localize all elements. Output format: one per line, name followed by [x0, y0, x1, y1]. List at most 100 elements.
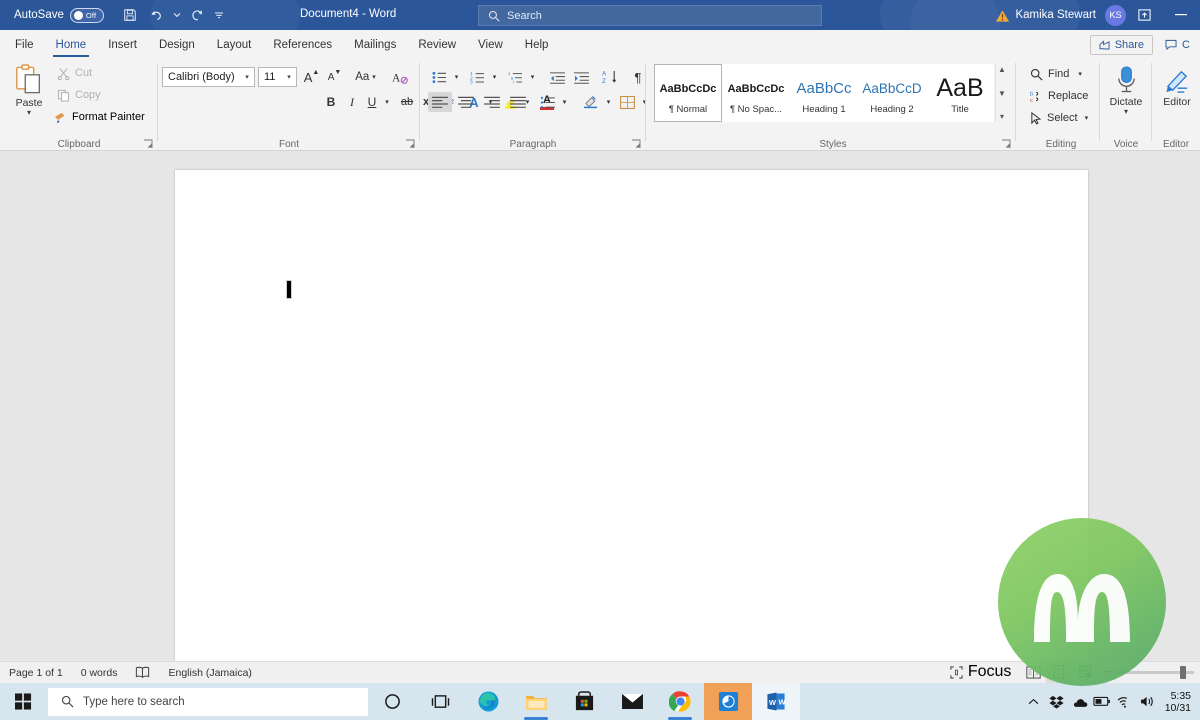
multilevel-list-button[interactable]: 1ai	[504, 67, 526, 87]
cortana-icon[interactable]	[368, 683, 416, 720]
font-dialog-launcher[interactable]	[405, 137, 417, 149]
multilevel-dropdown-icon[interactable]: ▾	[526, 67, 539, 87]
bold-button[interactable]: B	[321, 92, 341, 112]
style-no-spacing[interactable]: AaBbCcDc ¶ No Spac...	[722, 64, 790, 122]
chevron-down-icon[interactable]: ▾	[240, 73, 254, 81]
undo-icon[interactable]	[144, 4, 168, 26]
font-name-combo[interactable]: Calibri (Body) ▾	[162, 67, 255, 87]
tab-view[interactable]: View	[467, 30, 514, 59]
document-page[interactable]	[175, 170, 1088, 661]
clear-formatting-button[interactable]: A	[388, 67, 412, 87]
find-dropdown-icon[interactable]: ▾	[1078, 70, 1082, 78]
recorder-icon[interactable]	[704, 683, 752, 720]
tab-help[interactable]: Help	[514, 30, 560, 59]
redo-icon[interactable]	[186, 4, 210, 26]
tab-file[interactable]: File	[4, 30, 45, 59]
volume-icon[interactable]	[1137, 683, 1160, 720]
shading-button[interactable]	[580, 92, 602, 112]
bullets-button[interactable]	[428, 67, 450, 87]
dictate-dropdown-icon[interactable]: ▾	[1124, 108, 1128, 116]
find-button[interactable]: Find ▾	[1026, 64, 1086, 84]
tab-layout[interactable]: Layout	[206, 30, 263, 59]
warning-triangle-icon[interactable]	[995, 9, 1010, 22]
borders-button[interactable]	[616, 92, 638, 112]
styles-more-icon[interactable]: ▾	[1000, 112, 1004, 121]
word-icon[interactable]: W W	[752, 683, 800, 720]
scroll-down-icon[interactable]: ▼	[998, 89, 1006, 98]
comments-button[interactable]: C	[1157, 34, 1198, 55]
microsoft-store-icon[interactable]	[560, 683, 608, 720]
replace-button[interactable]: bc Replace	[1026, 86, 1092, 106]
select-dropdown-icon[interactable]: ▾	[1085, 114, 1089, 122]
underline-button[interactable]: U	[363, 92, 381, 112]
numbering-dropdown-icon[interactable]: ▾	[488, 67, 501, 87]
font-size-combo[interactable]: 11 ▾	[258, 67, 297, 87]
tab-home[interactable]: Home	[45, 30, 98, 59]
decrease-indent-button[interactable]	[546, 67, 568, 87]
style-normal[interactable]: AaBbCcDc ¶ Normal	[654, 64, 722, 122]
dictate-button[interactable]: Dictate ▾	[1105, 65, 1147, 127]
avatar[interactable]: KS	[1105, 4, 1126, 26]
style-title[interactable]: AaB Title	[926, 64, 994, 122]
minimize-button[interactable]	[1162, 1, 1200, 29]
tab-review[interactable]: Review	[407, 30, 467, 59]
bullets-dropdown-icon[interactable]: ▾	[450, 67, 463, 87]
autosave-control[interactable]: AutoSave Off	[14, 7, 104, 23]
line-spacing-button[interactable]	[536, 92, 558, 112]
onedrive-icon[interactable]	[1068, 683, 1091, 720]
taskbar-clock[interactable]: 5:35 10/31	[1160, 690, 1200, 714]
page-indicator[interactable]: Page 1 of 1	[0, 662, 72, 684]
user-name-label[interactable]: Kamika Stewart	[1015, 9, 1096, 21]
line-spacing-dropdown-icon[interactable]: ▾	[558, 92, 571, 112]
word-count[interactable]: 0 words	[72, 662, 127, 684]
battery-icon[interactable]	[1091, 683, 1114, 720]
share-button[interactable]: Share	[1089, 34, 1154, 55]
numbering-button[interactable]: 123	[466, 67, 488, 87]
style-heading-1[interactable]: AaBbCс Heading 1	[790, 64, 858, 122]
language-indicator[interactable]: English (Jamaica)	[159, 662, 260, 684]
tab-references[interactable]: References	[262, 30, 343, 59]
task-view-icon[interactable]	[416, 683, 464, 720]
chevron-down-icon[interactable]: ▾	[282, 73, 296, 81]
ribbon-display-options-icon[interactable]	[1128, 1, 1160, 29]
editor-button[interactable]: Editor	[1156, 67, 1198, 125]
file-explorer-icon[interactable]	[512, 683, 560, 720]
autosave-toggle[interactable]: Off	[69, 7, 104, 23]
sort-button[interactable]: AZ	[598, 67, 622, 87]
styles-gallery-scroll[interactable]: ▲ ▼ ▾	[995, 64, 1008, 122]
chrome-icon[interactable]	[656, 683, 704, 720]
tab-design[interactable]: Design	[148, 30, 206, 59]
shading-dropdown-icon[interactable]: ▾	[602, 92, 615, 112]
paste-button[interactable]: Paste ▾	[9, 63, 49, 125]
change-case-button[interactable]: Aa ▾	[350, 67, 381, 87]
justify-button[interactable]	[506, 92, 530, 112]
undo-dropdown-icon[interactable]	[170, 4, 184, 26]
show-hidden-icons-icon[interactable]	[1022, 683, 1045, 720]
paragraph-dialog-launcher[interactable]	[631, 137, 643, 149]
select-button[interactable]: Select ▾	[1026, 108, 1092, 128]
edge-icon[interactable]	[464, 683, 512, 720]
scroll-up-icon[interactable]: ▲	[998, 65, 1006, 74]
format-painter-button[interactable]: Format Painter	[50, 108, 148, 126]
tab-insert[interactable]: Insert	[97, 30, 148, 59]
underline-dropdown-icon[interactable]: ▾	[380, 92, 394, 112]
proofing-errors-icon[interactable]	[126, 662, 159, 684]
customize-qat-icon[interactable]	[212, 4, 226, 26]
taskbar-search-input[interactable]: Type here to search	[48, 687, 368, 716]
tab-mailings[interactable]: Mailings	[343, 30, 407, 59]
increase-indent-button[interactable]	[570, 67, 592, 87]
italic-button[interactable]: I	[342, 92, 362, 112]
styles-dialog-launcher[interactable]	[1001, 137, 1013, 149]
grow-font-button[interactable]: A ▲	[301, 67, 322, 87]
zoom-handle[interactable]	[1180, 665, 1186, 679]
style-heading-2[interactable]: AaBbCcD Heading 2	[858, 64, 926, 122]
save-icon[interactable]	[118, 4, 142, 26]
shrink-font-button[interactable]: A ▼	[324, 67, 345, 87]
strikethrough-button[interactable]: ab	[397, 92, 417, 112]
dropbox-icon[interactable]	[1045, 683, 1068, 720]
paste-dropdown-icon[interactable]: ▾	[27, 109, 31, 117]
align-left-button[interactable]	[428, 92, 452, 112]
start-button[interactable]	[0, 683, 46, 720]
search-input[interactable]: Search	[478, 5, 822, 26]
mail-icon[interactable]	[608, 683, 656, 720]
